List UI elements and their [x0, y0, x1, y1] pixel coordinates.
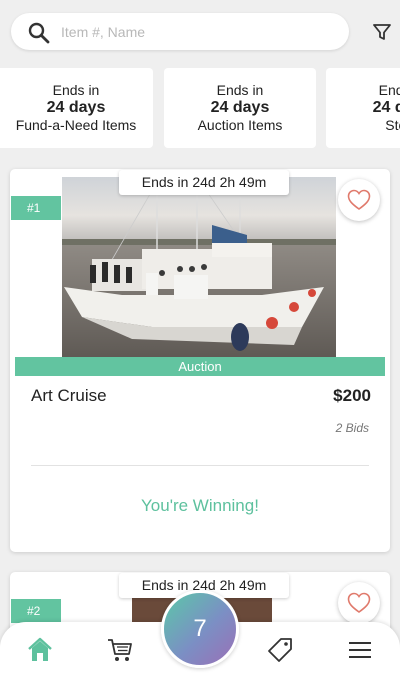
search-input[interactable]	[61, 19, 331, 44]
ends-days: 24 days	[372, 99, 400, 116]
ends-card-fund-a-need[interactable]: Ends in 24 days Fund-a-Need Items	[0, 68, 153, 148]
cart-icon	[108, 639, 132, 661]
favorite-button[interactable]	[338, 179, 380, 221]
ends-in-strip: Ends in 24 days Fund-a-Need Items Ends i…	[0, 68, 400, 148]
tab-tags[interactable]	[260, 630, 300, 670]
item-number-badge: #2	[11, 599, 61, 623]
home-icon	[28, 637, 52, 661]
cart-count-badge[interactable]: 7	[161, 590, 239, 668]
tag-icon	[268, 638, 292, 662]
favorite-button[interactable]	[338, 582, 380, 624]
menu-icon	[349, 642, 371, 658]
boat-image	[62, 177, 336, 357]
tab-home[interactable]	[20, 630, 60, 670]
ends-card-store[interactable]: Ends in 24 days Store	[326, 68, 400, 148]
item-price: $200	[333, 386, 371, 405]
countdown-label: Ends in 24d 2h 49m	[119, 170, 289, 195]
item-bids: 2 Bids	[335, 421, 369, 435]
ends-category: Auction Items	[197, 117, 283, 133]
heart-icon	[347, 592, 371, 613]
item-photo[interactable]	[62, 177, 336, 357]
heart-icon	[347, 189, 371, 210]
item-number-badge: #1	[11, 196, 61, 220]
tab-menu[interactable]	[340, 630, 380, 670]
item-title[interactable]: Art Cruise	[31, 386, 107, 406]
ends-days: 24 days	[210, 99, 270, 116]
ends-category: Fund-a-Need Items	[15, 117, 137, 133]
ends-days: 24 days	[46, 99, 106, 116]
auction-type-bar: Auction	[15, 357, 385, 376]
ends-label: Ends in	[216, 82, 264, 98]
ends-category: Store	[385, 117, 400, 133]
ends-label: Ends in	[52, 82, 100, 98]
ends-label: Ends in	[378, 82, 400, 98]
divider	[31, 465, 369, 466]
filter-icon[interactable]	[370, 20, 394, 44]
tab-cart[interactable]	[100, 630, 140, 670]
search-icon	[28, 22, 50, 44]
search-row	[0, 0, 400, 62]
ends-card-auction[interactable]: Ends in 24 days Auction Items	[164, 68, 316, 148]
item-card[interactable]: Ends in 24d 2h 49m #1 Auction Art Cruise…	[10, 169, 390, 552]
winning-status: You're Winning!	[141, 496, 259, 515]
search-box[interactable]	[11, 13, 349, 50]
